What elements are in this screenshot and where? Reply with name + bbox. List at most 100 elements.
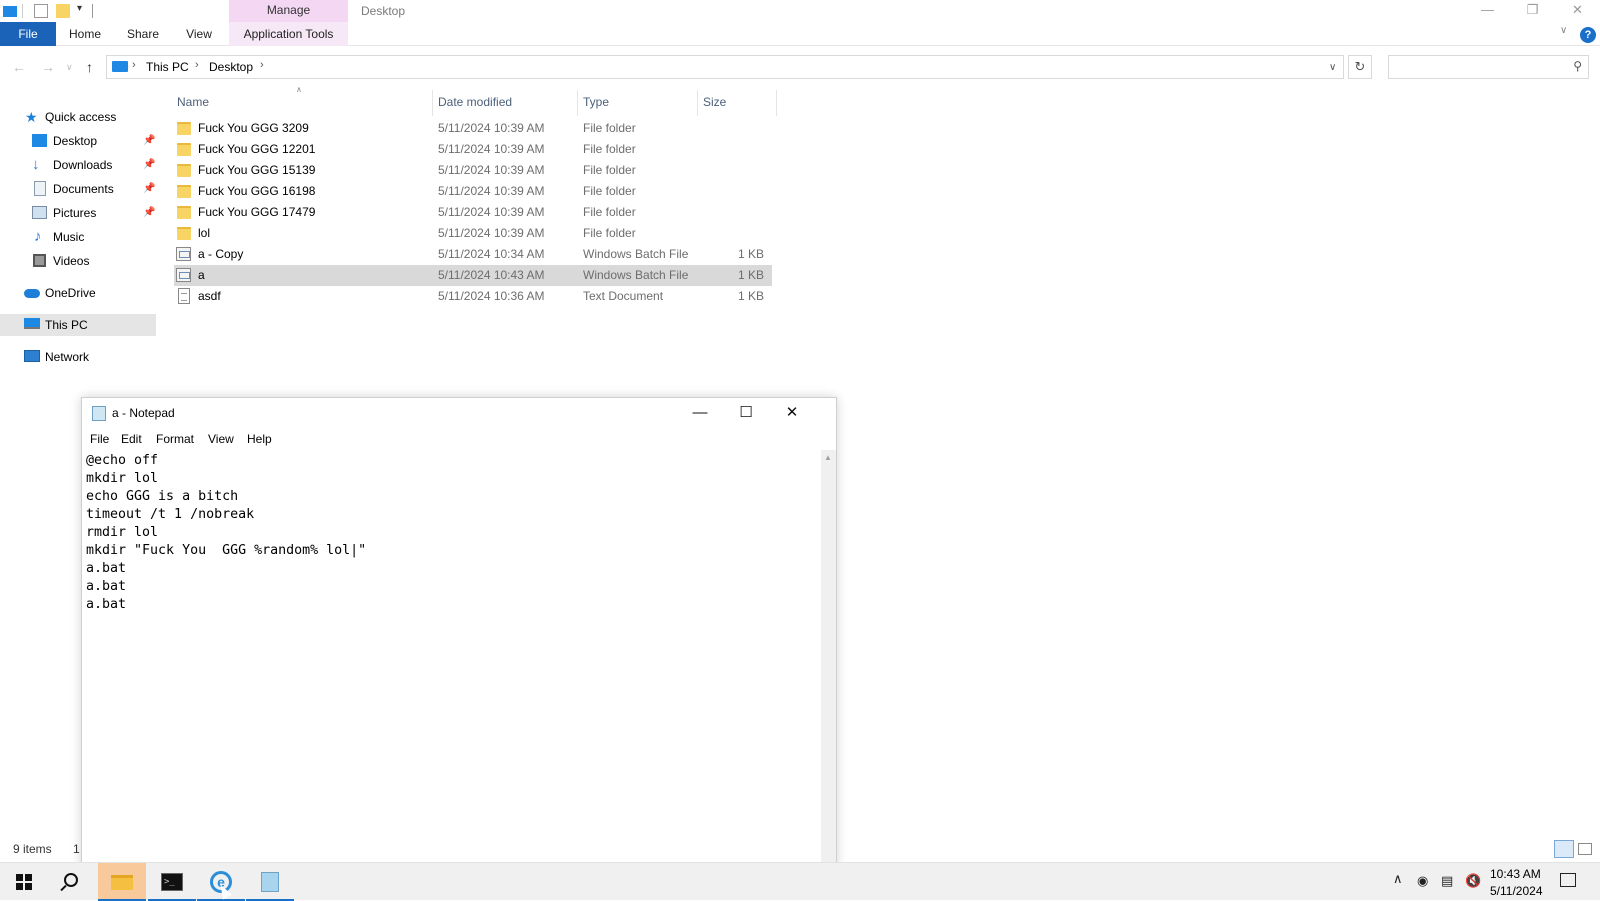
manage-contextual-tab[interactable]: Manage [229, 0, 348, 22]
tab-application-tools[interactable]: Application Tools [229, 22, 348, 46]
notepad-icon [92, 406, 106, 421]
folder-icon [177, 206, 191, 219]
tab-share[interactable]: Share [120, 22, 166, 46]
nav-item-onedrive[interactable]: OneDrive [0, 282, 156, 304]
column-separator[interactable] [432, 90, 433, 116]
notepad-vertical-scrollbar[interactable]: ▲ [821, 450, 836, 866]
text-document-icon [178, 288, 190, 304]
menu-file[interactable]: File [90, 432, 109, 446]
folder-icon [177, 143, 191, 156]
nav-label: Music [53, 230, 85, 244]
volume-muted-icon[interactable]: 🔇 [1465, 873, 1481, 889]
breadcrumb-separator[interactable]: › [132, 59, 136, 71]
breadcrumb-this-pc[interactable]: This PC [146, 60, 189, 74]
nav-item-network[interactable]: Network [0, 346, 156, 368]
tab-file[interactable]: File [0, 22, 56, 46]
close-button[interactable]: ✕ [1555, 0, 1600, 22]
nav-item-music[interactable]: ♪ Music [0, 226, 156, 248]
file-row[interactable]: asdf 5/11/2024 10:36 AM Text Document 1 KB [174, 286, 772, 307]
back-arrow-icon[interactable]: ← [12, 59, 26, 75]
forward-arrow-icon[interactable]: → [41, 59, 55, 75]
action-center-icon[interactable] [1560, 873, 1576, 887]
help-icon[interactable]: ? [1580, 27, 1596, 43]
show-hidden-icons-icon[interactable]: ∧ [1393, 871, 1403, 887]
desktop-icon [32, 134, 47, 147]
file-row[interactable]: Fuck You GGG 12201 5/11/2024 10:39 AM File… [174, 139, 772, 160]
file-row[interactable]: lol 5/11/2024 10:39 AM File folder [174, 223, 772, 244]
status-item-count: 9 items [13, 842, 52, 856]
properties-icon[interactable] [34, 4, 48, 18]
file-name: lol [198, 226, 211, 240]
column-separator[interactable] [776, 90, 777, 116]
file-row[interactable]: Fuck You GGG 17479 5/11/2024 10:39 AM File… [174, 202, 772, 223]
pin-icon[interactable]: 📌 [143, 154, 155, 176]
column-header-size[interactable]: Size [703, 95, 726, 109]
breadcrumb-separator[interactable]: › [260, 59, 264, 71]
notepad-maximize-button[interactable]: ☐ [723, 401, 769, 425]
up-arrow-icon[interactable]: ↑ [86, 59, 93, 75]
network-status-icon[interactable]: ▤ [1441, 873, 1453, 889]
column-header-name[interactable]: Name [177, 95, 209, 109]
address-bar[interactable]: › This PC › Desktop › ∨ [106, 55, 1344, 79]
address-dropdown-icon[interactable]: ∨ [1329, 62, 1336, 73]
notepad-minimize-button[interactable]: — [677, 401, 723, 425]
file-size: 1 KB [737, 268, 764, 282]
details-view-icon[interactable] [1554, 840, 1574, 858]
menu-help[interactable]: Help [247, 432, 272, 446]
pin-icon[interactable]: 📌 [143, 178, 155, 200]
taskbar-notepad[interactable] [246, 863, 294, 901]
scroll-up-arrow-icon[interactable]: ▲ [824, 453, 832, 462]
clock-date[interactable]: 5/11/2024 [1490, 884, 1543, 898]
tab-home[interactable]: Home [62, 22, 108, 46]
nav-item-desktop[interactable]: Desktop 📌 [0, 130, 156, 152]
taskbar: >_ e ∧ ◉ ▤ 🔇 10:43 AM 5/11/2024 [0, 862, 1600, 901]
expand-ribbon-icon[interactable]: ∨ [1560, 25, 1567, 36]
sort-ascending-icon: ∧ [296, 85, 302, 94]
taskbar-file-explorer[interactable] [98, 863, 146, 901]
recent-locations-icon[interactable]: ∨ [66, 62, 73, 73]
file-row[interactable]: Fuck You GGG 15139 5/11/2024 10:39 AM File… [174, 160, 772, 181]
file-row[interactable]: Fuck You GGG 3209 5/11/2024 10:39 AM File … [174, 118, 772, 139]
breadcrumb-desktop[interactable]: Desktop [209, 60, 253, 74]
restore-button[interactable]: ❐ [1510, 0, 1555, 22]
menu-format[interactable]: Format [156, 432, 194, 446]
status-selected-count: 1 [73, 842, 80, 856]
file-row[interactable]: Fuck You GGG 16198 5/11/2024 10:39 AM File… [174, 181, 772, 202]
taskbar-command-prompt[interactable]: >_ [148, 863, 196, 901]
new-folder-icon[interactable] [56, 4, 70, 18]
search-input[interactable]: ⚲ [1388, 55, 1589, 79]
column-separator[interactable] [697, 90, 698, 116]
column-separator[interactable] [577, 90, 578, 116]
webcam-icon[interactable]: ◉ [1417, 873, 1428, 889]
taskbar-search-button[interactable] [48, 863, 96, 901]
explorer-app-icon[interactable] [3, 6, 17, 17]
nav-label: Pictures [53, 206, 97, 220]
minimize-button[interactable]: — [1465, 0, 1510, 22]
clock-time[interactable]: 10:43 AM [1490, 867, 1541, 881]
notepad-text-area[interactable]: @echo off mkdir lol echo GGG is a bitch … [82, 450, 821, 866]
file-size: 1 KB [737, 289, 764, 303]
nav-item-pictures[interactable]: Pictures 📌 [0, 202, 156, 224]
menu-edit[interactable]: Edit [121, 432, 142, 446]
column-header-date-modified[interactable]: Date modified [438, 95, 512, 109]
refresh-button[interactable]: ↻ [1348, 55, 1372, 79]
pin-icon[interactable]: 📌 [143, 202, 155, 224]
breadcrumb-separator[interactable]: › [195, 59, 199, 71]
customize-quick-access-icon[interactable]: ▾ [77, 3, 82, 14]
tab-view[interactable]: View [176, 22, 222, 46]
navigation-bar: ← → ∨ ↑ › This PC › Desktop › ∨ ↻ ⚲ [0, 50, 1600, 84]
nav-item-quick-access[interactable]: ★ Quick access [0, 106, 156, 128]
nav-item-documents[interactable]: Documents 📌 [0, 178, 156, 200]
start-button[interactable] [0, 863, 48, 901]
pin-icon[interactable]: 📌 [143, 130, 155, 152]
nav-item-this-pc[interactable]: This PC [0, 314, 156, 336]
file-row[interactable]: a - Copy 5/11/2024 10:34 AM Windows Batch … [174, 244, 772, 265]
menu-view[interactable]: View [208, 432, 234, 446]
column-header-type[interactable]: Type [583, 95, 609, 109]
nav-item-downloads[interactable]: ↓ Downloads 📌 [0, 154, 156, 176]
notepad-close-button[interactable]: ✕ [769, 401, 815, 425]
large-icons-view-icon[interactable] [1578, 843, 1592, 855]
search-icon [64, 873, 78, 887]
file-row[interactable]: a 5/11/2024 10:43 AM Windows Batch File 1 K… [174, 265, 772, 286]
nav-item-videos[interactable]: Videos [0, 250, 156, 272]
